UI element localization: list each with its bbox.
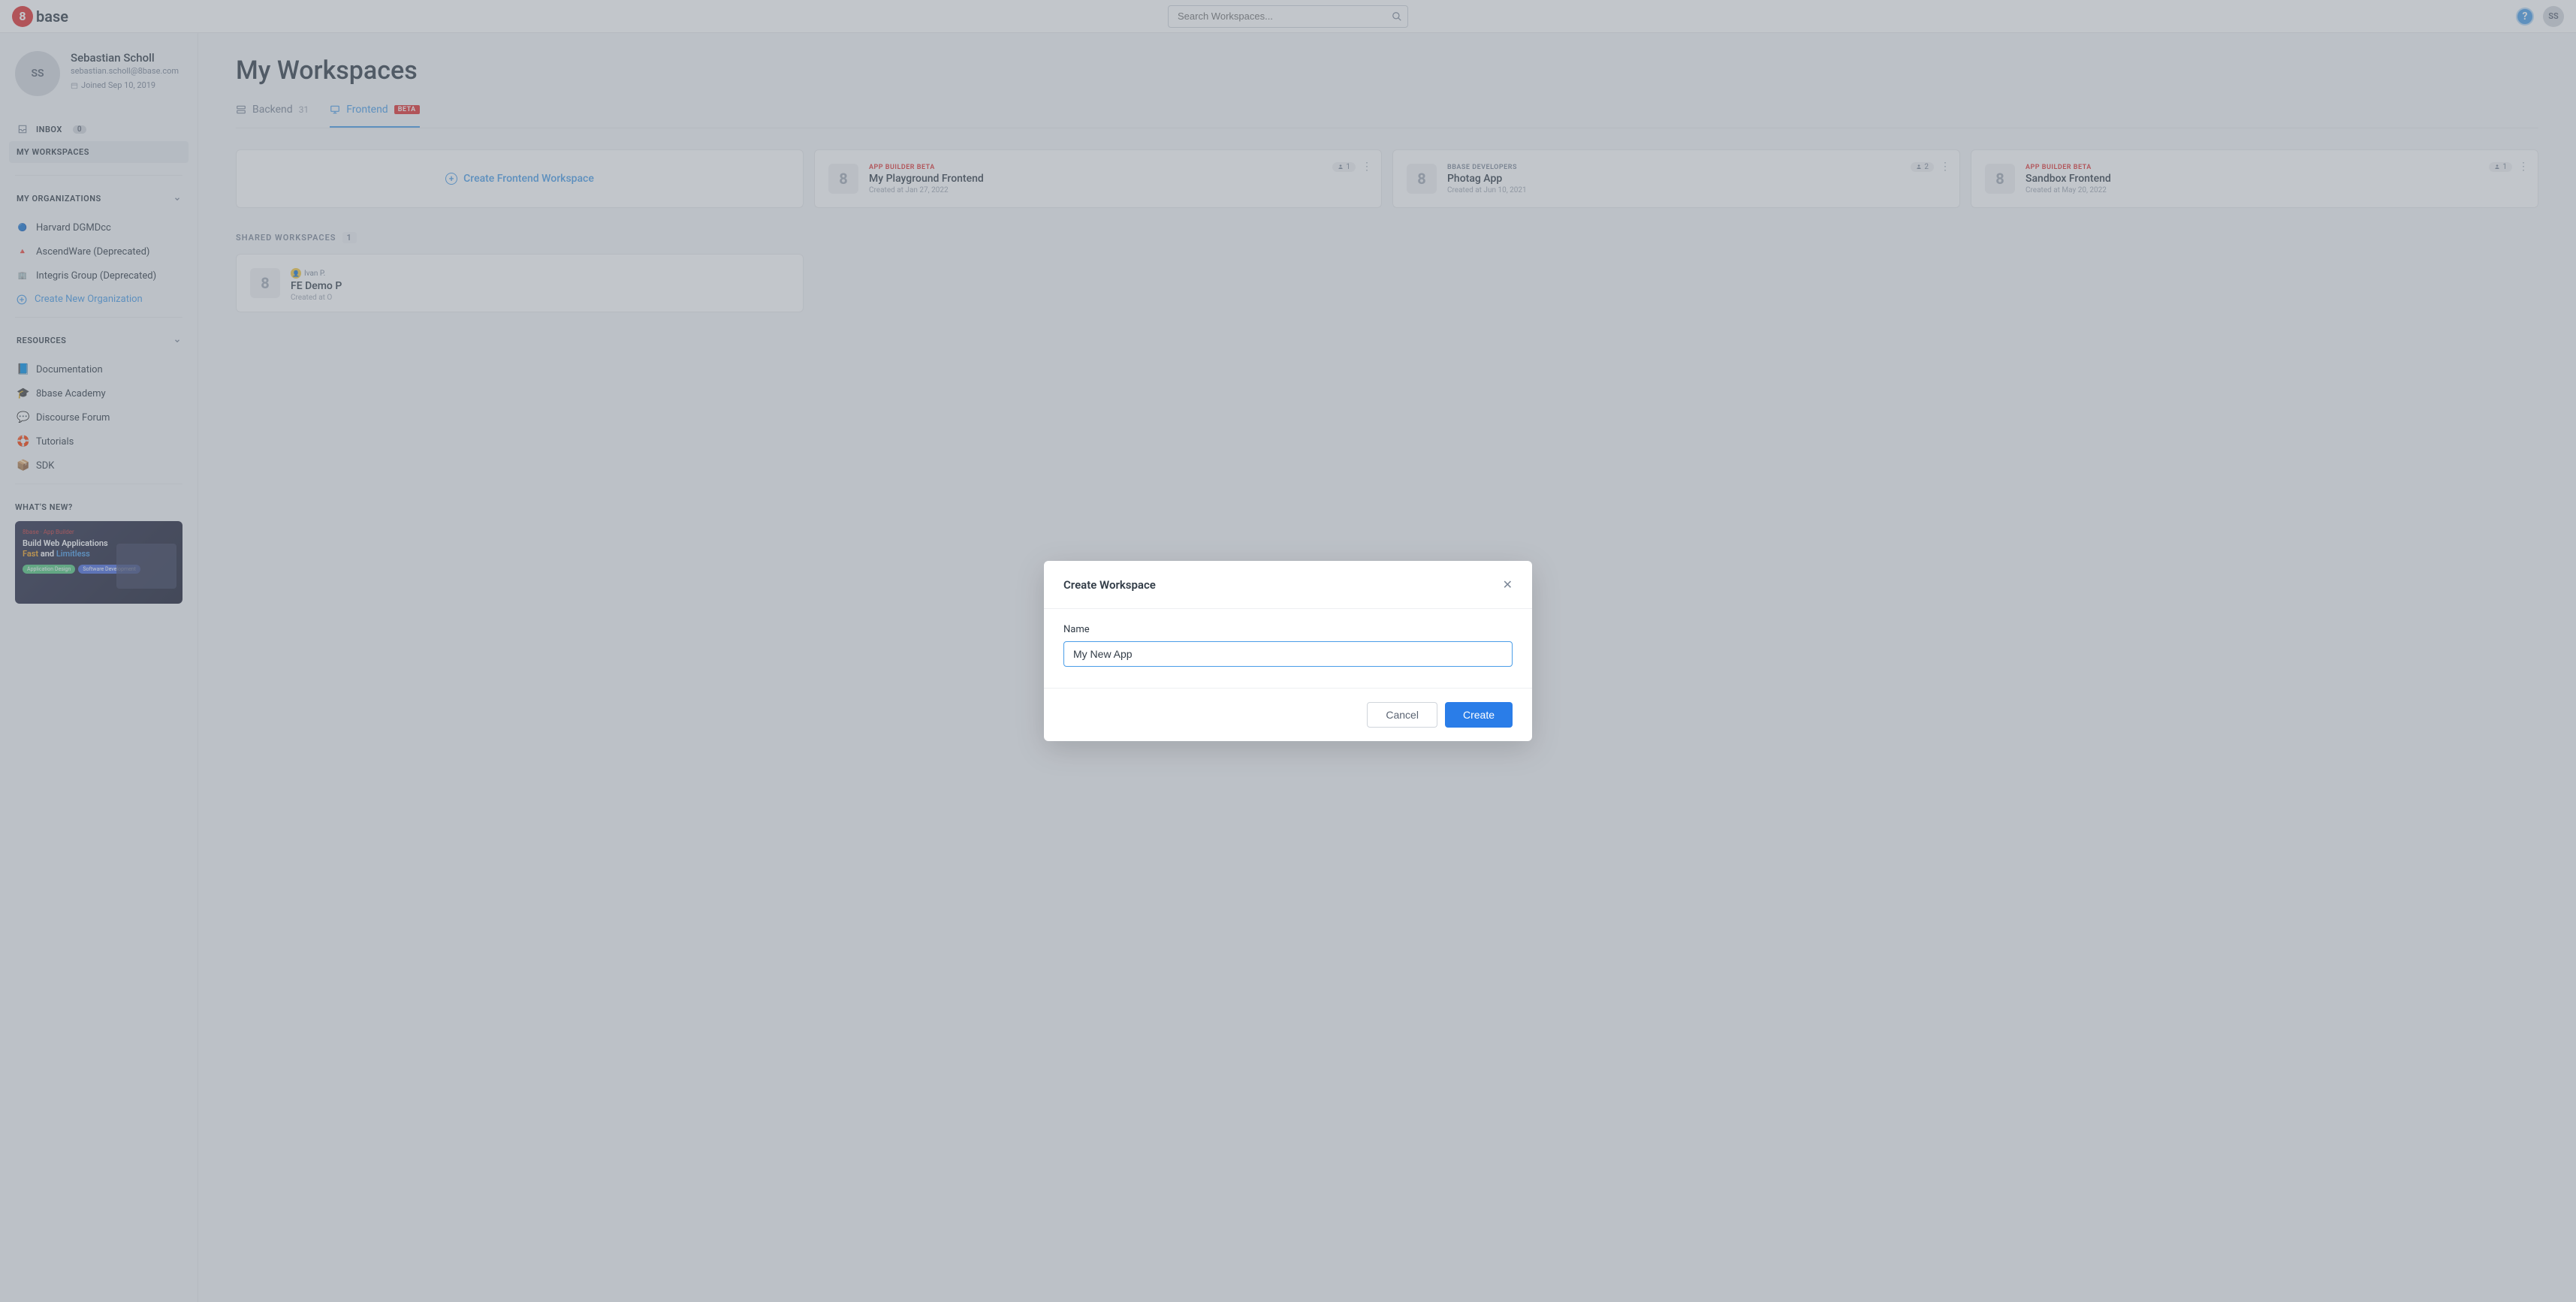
cancel-button[interactable]: Cancel (1367, 702, 1437, 728)
create-workspace-modal: Create Workspace ✕ Name Cancel Create (1044, 561, 1532, 741)
modal-title: Create Workspace (1063, 578, 1156, 592)
close-icon: ✕ (1503, 577, 1513, 592)
workspace-name-input[interactable] (1063, 641, 1513, 667)
create-button[interactable]: Create (1445, 702, 1513, 728)
modal-overlay[interactable]: Create Workspace ✕ Name Cancel Create (0, 0, 2576, 1302)
name-field-label: Name (1063, 624, 1513, 635)
close-button[interactable]: ✕ (1503, 577, 1513, 592)
